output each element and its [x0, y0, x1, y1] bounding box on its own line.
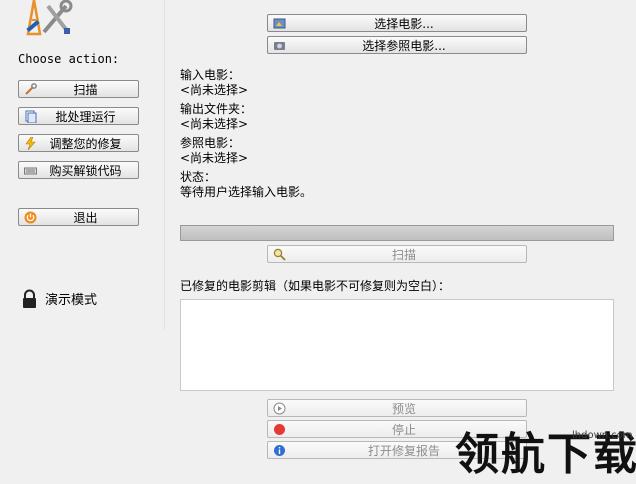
scan-button[interactable]: 扫描: [267, 245, 527, 263]
exit-button[interactable]: 退出: [18, 208, 139, 226]
scan-sidebar-button[interactable]: 扫描: [18, 80, 139, 98]
app-logo: [22, 0, 74, 36]
stop-icon: [273, 423, 286, 436]
progress-bar: [180, 225, 614, 241]
adjust-repair-label: 调整您的修复: [49, 136, 122, 151]
repaired-clips-label: 已修复的电影剪辑（如果电影不可修复则为空白）：: [180, 279, 451, 293]
lock-icon: [21, 289, 38, 309]
choose-action-label: Choose action:: [18, 52, 120, 66]
document-icon: [24, 110, 37, 123]
select-movie-button[interactable]: 选择电影...: [267, 14, 527, 32]
wrench-icon: [24, 83, 37, 96]
stop-label: 停止: [391, 422, 416, 437]
scan-label: 扫描: [391, 247, 416, 262]
preview-label: 预览: [391, 401, 416, 416]
batch-run-button[interactable]: 批处理运行: [18, 107, 139, 125]
buy-unlock-code-button[interactable]: 购买解锁代码: [18, 161, 139, 179]
repaired-clips-list[interactable]: [180, 299, 614, 391]
lightning-icon: [24, 137, 37, 150]
play-icon: [273, 402, 286, 415]
input-movie-value: <尚未选择>: [180, 83, 249, 97]
buy-unlock-code-label: 购买解锁代码: [49, 163, 122, 178]
select-reference-movie-button[interactable]: 选择参照电影...: [267, 36, 527, 54]
exit-label: 退出: [73, 210, 98, 225]
magnifier-icon: [273, 248, 286, 261]
open-repair-report-label: 打开修复报告: [367, 443, 440, 458]
scan-sidebar-label: 扫描: [73, 82, 98, 97]
reference-movie-value: <尚未选择>: [180, 151, 249, 165]
camera-icon: [273, 39, 286, 52]
info-icon: [273, 444, 286, 457]
adjust-repair-button[interactable]: 调整您的修复: [18, 134, 139, 152]
keyboard-icon: [24, 164, 37, 177]
sidebar-divider: [164, 0, 165, 330]
watermark-url: lhdown.com: [572, 430, 633, 441]
film-icon: [273, 17, 286, 30]
preview-button[interactable]: 预览: [267, 399, 527, 417]
demo-mode-label: 演示模式: [45, 293, 98, 308]
power-icon: [24, 211, 37, 224]
select-movie-label: 选择电影...: [374, 16, 434, 31]
output-folder-value: <尚未选择>: [180, 117, 249, 131]
status-value: 等待用户选择输入电影。: [180, 185, 313, 199]
batch-run-label: 批处理运行: [55, 109, 116, 124]
select-reference-movie-label: 选择参照电影...: [362, 38, 446, 53]
